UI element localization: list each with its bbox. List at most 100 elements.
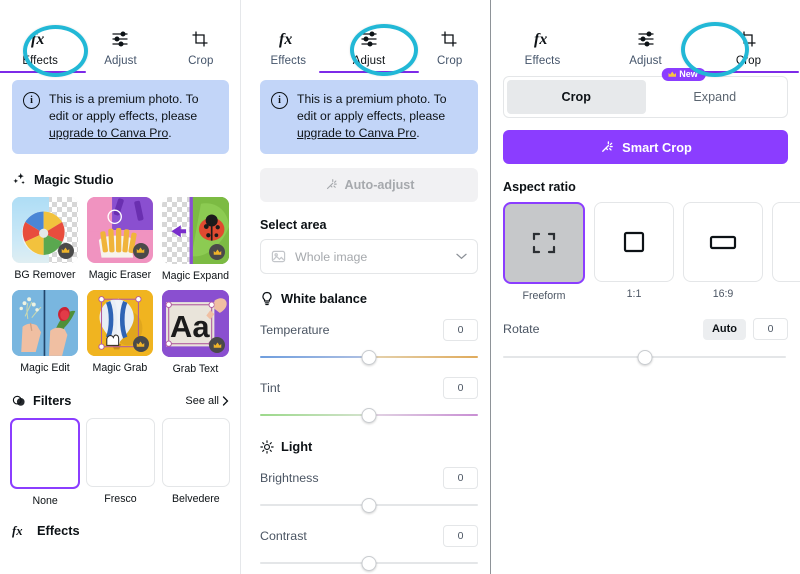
rotate-value-input[interactable]: 0 — [753, 318, 788, 340]
segment-expand[interactable]: Expand — [646, 80, 785, 114]
slider-handle[interactable] — [361, 498, 377, 513]
magic-expand-thumbnail — [161, 197, 229, 265]
magic-tool-label: Magic Expand — [161, 270, 229, 283]
aspect-ratio-1-1[interactable]: 1:1 — [594, 202, 674, 302]
slider-handle[interactable] — [361, 408, 377, 423]
magic-tool-magic-eraser[interactable]: Magic Eraser — [86, 197, 153, 282]
filter-label: Fresco — [104, 492, 137, 505]
filters-grid: None Fresco Belvedere — [10, 418, 230, 507]
aspect-ratio-16-9[interactable]: 16:9 — [683, 202, 763, 302]
notice-text-after: . — [416, 126, 420, 140]
tab-adjust[interactable]: Adjust — [80, 22, 160, 67]
premium-notice-text: This is a premium photo. To edit or appl… — [49, 91, 217, 142]
tab-effects-label: Effects — [22, 55, 58, 67]
light-title: Light — [281, 439, 313, 454]
tab-crop[interactable]: Crop — [697, 22, 800, 73]
slider-handle[interactable] — [637, 350, 652, 365]
effects-panel: fx Effects Adjust Crop i This is a premi… — [0, 0, 241, 574]
panel-2-tabs: fx Effects Adjust Crop — [248, 22, 490, 73]
premium-photo-notice: i This is a premium photo. To edit or ap… — [12, 80, 229, 154]
magic-tool-bg-remover[interactable]: BG Remover — [12, 197, 78, 282]
svg-text:fx: fx — [534, 31, 547, 48]
aspect-ratio-freeform[interactable]: Freeform — [503, 202, 585, 302]
filter-none[interactable]: None — [10, 418, 81, 507]
slider-track-tint[interactable] — [260, 408, 478, 423]
tab-adjust-label: Adjust — [352, 55, 386, 67]
smart-crop-label: Smart Crop — [622, 139, 692, 155]
filter-fresco[interactable]: Fresco — [86, 418, 155, 506]
filter-thumbnail — [161, 418, 230, 487]
slider-track-temperature[interactable] — [260, 350, 478, 365]
aspect-ratio-thumbnail — [772, 202, 800, 282]
tab-effects[interactable]: fx Effects — [0, 22, 87, 73]
filters-see-all-button[interactable]: See all — [185, 395, 229, 407]
new-badge: New — [661, 68, 706, 81]
magic-grab-thumbnail — [86, 290, 153, 357]
white-balance-title: White balance — [281, 291, 368, 306]
slider-track-brightness[interactable] — [260, 498, 478, 513]
tab-effects[interactable]: fx Effects — [491, 22, 594, 67]
effects-section-title: Effects — [37, 522, 80, 538]
slider-track-rotate[interactable] — [503, 350, 786, 365]
magic-tool-magic-expand[interactable]: Magic Expand — [161, 197, 229, 283]
light-header: Light — [260, 439, 478, 454]
svg-text:fx: fx — [279, 31, 292, 48]
segment-crop[interactable]: Crop — [507, 80, 646, 114]
crop-icon — [739, 28, 759, 50]
wide-rect-icon — [709, 233, 737, 251]
slider-value-input[interactable]: 0 — [443, 377, 478, 399]
fx-icon: fx — [12, 523, 30, 538]
filter-thumbnail — [10, 418, 81, 489]
magic-tool-label: Magic Edit — [20, 362, 70, 375]
magic-tool-magic-edit[interactable]: Magic Edit — [12, 290, 78, 375]
aspect-ratio-thumbnail — [503, 202, 585, 284]
tab-crop[interactable]: Crop — [409, 22, 490, 67]
slider-label: Temperature — [260, 323, 330, 337]
select-area-label: Select area — [260, 218, 327, 232]
select-area-value: Whole image — [295, 249, 368, 264]
fx-icon: fx — [278, 28, 298, 50]
magic-tool-label: Magic Eraser — [88, 268, 152, 281]
slider-handle[interactable] — [361, 556, 377, 571]
tab-adjust[interactable]: Adjust — [319, 22, 419, 73]
tab-adjust[interactable]: Adjust — [594, 22, 697, 67]
new-badge-label: New — [679, 69, 698, 79]
svg-text:fx: fx — [12, 524, 23, 538]
aspect-ratio-next-partial[interactable] — [772, 202, 800, 302]
slider-value-input[interactable]: 0 — [443, 467, 478, 489]
slider-handle[interactable] — [361, 350, 377, 365]
upgrade-to-canva-pro-link[interactable]: upgrade to Canva Pro — [297, 126, 416, 140]
editor-panels-screenshot: fx Effects Adjust Crop i This is a premi… — [0, 0, 800, 574]
slider-value-input[interactable]: 0 — [443, 525, 478, 547]
premium-photo-notice: i This is a premium photo. To edit or ap… — [260, 80, 478, 154]
tab-crop[interactable]: Crop — [161, 22, 241, 67]
chevron-right-icon — [222, 396, 229, 406]
filter-belvedere[interactable]: Belvedere — [161, 418, 230, 506]
magic-tool-grab-text[interactable]: Aa Grab Text — [161, 290, 229, 375]
info-icon: i — [271, 92, 288, 109]
tab-effects[interactable]: fx Effects — [248, 22, 329, 67]
slider-track-contrast[interactable] — [260, 556, 478, 571]
notice-text-before: This is a premium photo. To edit or appl… — [49, 92, 199, 123]
slider-temperature: Temperature 0 — [260, 319, 478, 341]
filters-title: Filters — [33, 393, 72, 409]
magic-studio-grid: BG Remover Magic Eraser Magic Expand Mag… — [12, 197, 229, 375]
filter-label: None — [32, 494, 58, 507]
slider-label: Tint — [260, 381, 281, 395]
auto-adjust-button[interactable]: Auto-adjust — [260, 168, 478, 202]
select-area-dropdown[interactable]: Whole image — [260, 239, 478, 274]
tab-adjust-label: Adjust — [629, 55, 662, 67]
magic-eraser-thumbnail — [86, 197, 153, 263]
auto-adjust-label: Auto-adjust — [344, 178, 415, 192]
slider-value-input[interactable]: 0 — [443, 319, 478, 341]
magic-tool-magic-grab[interactable]: Magic Grab — [86, 290, 153, 375]
upgrade-to-canva-pro-link[interactable]: upgrade to Canva Pro — [49, 126, 168, 140]
tab-crop-label: Crop — [735, 55, 762, 67]
crown-icon — [667, 70, 676, 79]
magic-studio-header: Magic Studio — [12, 172, 229, 187]
rotate-auto-button[interactable]: Auto — [702, 318, 746, 340]
smart-crop-button[interactable]: Smart Crop — [503, 130, 788, 164]
crop-icon — [191, 28, 211, 50]
slider-tint: Tint 0 — [260, 377, 478, 399]
sun-icon — [260, 439, 274, 454]
